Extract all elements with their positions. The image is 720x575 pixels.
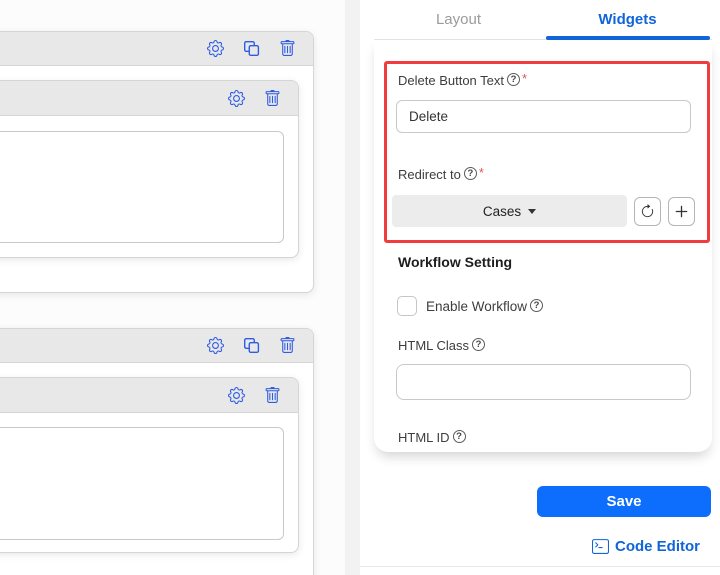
delete-button-text-input[interactable] (396, 100, 691, 133)
help-icon[interactable]: ? (472, 338, 485, 351)
textarea-field-preview-2[interactable] (0, 427, 284, 540)
delete-button-text-label: Delete Button Text ? * (398, 73, 527, 88)
tab-widgets[interactable]: Widgets (543, 0, 712, 39)
dropdown-selected-value: Cases (483, 204, 521, 219)
add-button[interactable] (668, 197, 695, 226)
textarea-field-preview-1[interactable] (0, 131, 284, 243)
save-button[interactable]: Save (537, 486, 711, 517)
redirect-to-dropdown[interactable]: Cases (392, 195, 627, 227)
code-editor-label: Code Editor (615, 538, 700, 555)
properties-scroll-area: Delete Button Text ? * Redirect to ? * C… (374, 40, 712, 452)
delete-icon[interactable] (279, 337, 296, 354)
code-editor-icon (592, 538, 609, 555)
chevron-down-icon (528, 209, 536, 214)
redirect-to-controls: Cases (392, 195, 695, 227)
refresh-icon (640, 204, 655, 219)
workflow-setting-heading: Workflow Setting (398, 254, 512, 270)
required-asterisk: * (479, 165, 484, 180)
delete-icon[interactable] (264, 90, 281, 107)
enable-workflow-checkbox[interactable] (397, 296, 417, 316)
widget-card-header[interactable] (0, 378, 298, 413)
settings-icon[interactable] (228, 387, 245, 404)
label-text: Enable Workflow (426, 299, 527, 314)
settings-icon[interactable] (207, 40, 224, 57)
form-builder-screen: Layout Widgets Delete Button Text ? * Re… (0, 0, 720, 575)
html-class-label: HTML Class ? (398, 338, 485, 353)
properties-panel: Layout Widgets Delete Button Text ? * Re… (360, 0, 720, 575)
label-text: Redirect to (398, 167, 461, 182)
help-icon[interactable]: ? (464, 167, 477, 180)
settings-icon[interactable] (228, 90, 245, 107)
redirect-to-label: Redirect to ? * (398, 167, 484, 182)
duplicate-icon[interactable] (243, 40, 260, 57)
widget-card-header[interactable] (0, 329, 313, 363)
panel-bottom-border (360, 566, 720, 567)
tab-layout[interactable]: Layout (374, 0, 543, 39)
tab-layout-label: Layout (436, 11, 481, 28)
enable-workflow-row: Enable Workflow ? (397, 296, 543, 316)
enable-workflow-label: Enable Workflow ? (426, 299, 543, 314)
widget-card-header[interactable] (0, 81, 298, 116)
label-text: HTML Class (398, 338, 469, 353)
code-editor-link[interactable]: Code Editor (592, 538, 700, 555)
tab-widgets-label: Widgets (598, 11, 656, 28)
required-asterisk: * (522, 71, 527, 86)
duplicate-icon[interactable] (243, 337, 260, 354)
panel-divider (345, 0, 360, 575)
help-icon[interactable]: ? (530, 299, 543, 312)
html-id-label: HTML ID ? (398, 430, 466, 445)
settings-icon[interactable] (207, 337, 224, 354)
delete-icon[interactable] (279, 40, 296, 57)
help-icon[interactable]: ? (453, 430, 466, 443)
delete-icon[interactable] (264, 387, 281, 404)
label-text: Delete Button Text (398, 73, 504, 88)
tab-bar: Layout Widgets (374, 0, 712, 40)
plus-icon (674, 204, 689, 219)
refresh-button[interactable] (634, 197, 661, 226)
form-canvas (0, 0, 345, 575)
help-icon[interactable]: ? (507, 73, 520, 86)
label-text: HTML ID (398, 430, 450, 445)
widget-card-header[interactable] (0, 32, 313, 66)
highlight-box: Delete Button Text ? * Redirect to ? * C… (384, 61, 710, 243)
html-class-input[interactable] (396, 364, 691, 400)
